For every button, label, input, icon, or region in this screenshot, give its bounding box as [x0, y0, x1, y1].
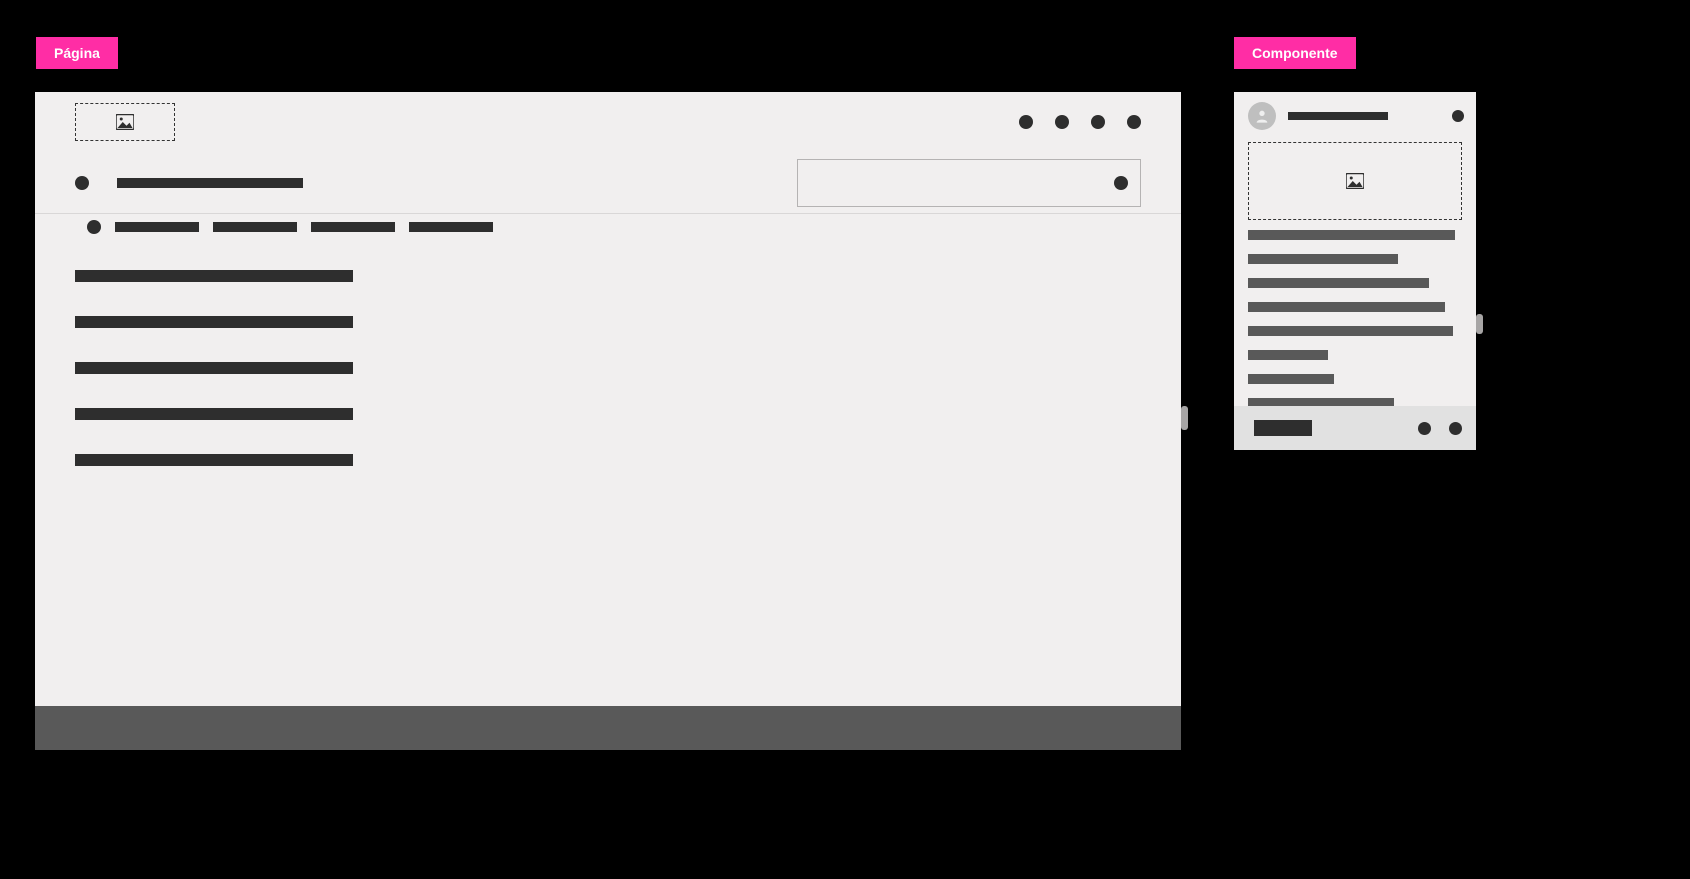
subnav	[35, 214, 1181, 240]
tag-pagina: Página	[36, 37, 118, 69]
subnav-item[interactable]	[311, 222, 395, 232]
search-input[interactable]	[797, 159, 1141, 207]
title-bullet-icon	[75, 176, 89, 190]
scrollbar-thumb[interactable]	[1476, 314, 1483, 334]
top-action-group	[1019, 115, 1141, 129]
card-header-left	[1248, 102, 1388, 130]
page-topbar	[35, 92, 1181, 152]
page-title-group	[75, 176, 303, 190]
search-icon[interactable]	[1114, 176, 1128, 190]
card-footer-icon[interactable]	[1418, 422, 1431, 435]
content-line	[75, 408, 353, 420]
card-user-name	[1288, 112, 1388, 120]
component-frame	[1234, 92, 1476, 450]
scrollbar-thumb[interactable]	[1181, 406, 1188, 430]
card-action-button[interactable]	[1254, 420, 1312, 436]
card-text-line	[1248, 278, 1429, 288]
image-icon	[1346, 173, 1364, 189]
card-text-line	[1248, 374, 1334, 384]
subnav-bullet-icon	[87, 220, 101, 234]
page-title	[117, 178, 303, 188]
subnav-item[interactable]	[115, 222, 199, 232]
card-text-line	[1248, 326, 1453, 336]
subnav-item[interactable]	[213, 222, 297, 232]
card-footer	[1234, 406, 1476, 450]
page-frame	[35, 92, 1181, 750]
top-action-icon[interactable]	[1055, 115, 1069, 129]
card-text-line	[1248, 230, 1455, 240]
logo-placeholder[interactable]	[75, 103, 175, 141]
subnav-item[interactable]	[409, 222, 493, 232]
card-body	[1234, 230, 1476, 408]
card-text-line	[1248, 302, 1445, 312]
top-action-icon[interactable]	[1127, 115, 1141, 129]
content-line	[75, 454, 353, 466]
page-footer	[35, 706, 1181, 750]
card-menu-icon[interactable]	[1452, 110, 1464, 122]
card-header	[1234, 92, 1476, 138]
top-action-icon[interactable]	[1019, 115, 1033, 129]
tag-componente: Componente	[1234, 37, 1356, 69]
image-icon	[116, 114, 134, 130]
avatar-icon[interactable]	[1248, 102, 1276, 130]
card-footer-actions	[1418, 422, 1462, 435]
content-line	[75, 362, 353, 374]
card-footer-icon[interactable]	[1449, 422, 1462, 435]
top-action-icon[interactable]	[1091, 115, 1105, 129]
content-line	[75, 270, 353, 282]
card-text-line	[1248, 350, 1328, 360]
content-list	[35, 240, 1181, 496]
card-image-placeholder[interactable]	[1248, 142, 1462, 220]
content-line	[75, 316, 353, 328]
page-header-row	[35, 152, 1181, 214]
card-text-line	[1248, 254, 1398, 264]
